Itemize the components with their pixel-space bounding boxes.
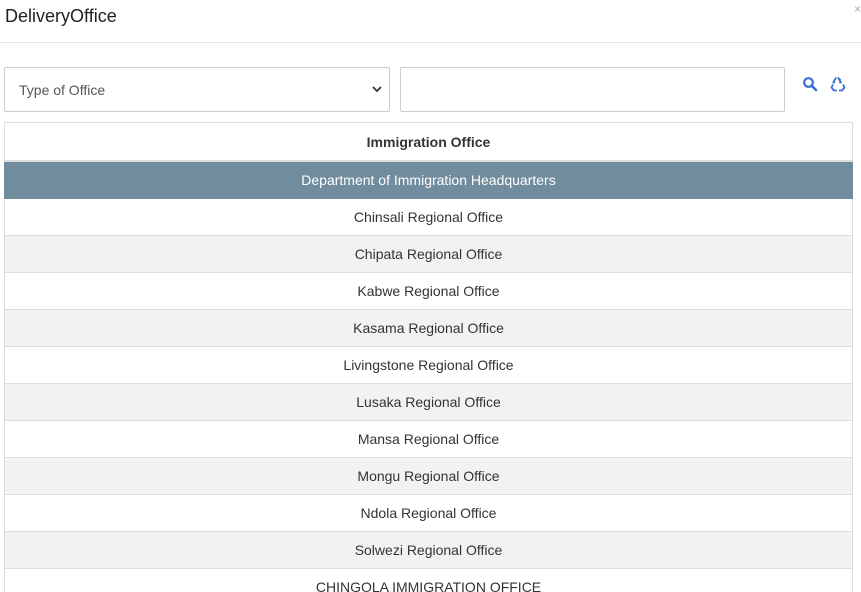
table-row[interactable]: Mansa Regional Office — [4, 420, 853, 458]
office-name-cell[interactable]: Kasama Regional Office — [4, 309, 853, 347]
table-row[interactable]: Mongu Regional Office — [4, 457, 853, 495]
office-name-cell[interactable]: Solwezi Regional Office — [4, 531, 853, 569]
table-row[interactable]: Solwezi Regional Office — [4, 531, 853, 569]
table-row[interactable]: Department of Immigration Headquarters — [4, 160, 853, 199]
column-header-immigration-office[interactable]: Immigration Office — [4, 122, 853, 162]
table-row[interactable]: Chinsali Regional Office — [4, 198, 853, 236]
delivery-office-dialog: DeliveryOffice × Type of Office Immigrat… — [0, 0, 861, 592]
table-row[interactable]: Lusaka Regional Office — [4, 383, 853, 421]
table-row[interactable]: CHINGOLA IMMIGRATION OFFICE — [4, 568, 853, 592]
office-name-cell[interactable]: Kabwe Regional Office — [4, 272, 853, 310]
office-table-body: Department of Immigration Headquarters Ch… — [4, 160, 853, 592]
office-name-cell[interactable]: Department of Immigration Headquarters — [4, 160, 853, 199]
office-table: Immigration Office Department of Immigra… — [4, 122, 853, 592]
dialog-header: DeliveryOffice × — [0, 0, 861, 43]
recycle-icon[interactable] — [830, 76, 846, 92]
office-name-cell[interactable]: Mansa Regional Office — [4, 420, 853, 458]
office-name-cell[interactable]: Chipata Regional Office — [4, 235, 853, 273]
office-table-container: Immigration Office Department of Immigra… — [4, 122, 853, 592]
office-name-cell[interactable]: Chinsali Regional Office — [4, 198, 853, 236]
table-row[interactable]: Kasama Regional Office — [4, 309, 853, 347]
office-type-select[interactable]: Type of Office — [4, 67, 390, 112]
table-row[interactable]: Chipata Regional Office — [4, 235, 853, 273]
search-icon[interactable] — [802, 76, 818, 92]
office-name-cell[interactable]: Livingstone Regional Office — [4, 346, 853, 384]
office-type-select-value: Type of Office — [19, 82, 106, 98]
close-button[interactable]: × — [854, 3, 861, 15]
office-name-cell[interactable]: Ndola Regional Office — [4, 494, 853, 532]
office-name-cell[interactable]: CHINGOLA IMMIGRATION OFFICE — [4, 568, 853, 592]
table-row[interactable]: Kabwe Regional Office — [4, 272, 853, 310]
table-row[interactable]: Ndola Regional Office — [4, 494, 853, 532]
dialog-title: DeliveryOffice — [5, 6, 117, 26]
chevron-down-icon — [372, 86, 382, 93]
office-name-cell[interactable]: Lusaka Regional Office — [4, 383, 853, 421]
search-input[interactable] — [400, 67, 785, 112]
office-name-cell[interactable]: Mongu Regional Office — [4, 457, 853, 495]
table-row[interactable]: Livingstone Regional Office — [4, 346, 853, 384]
